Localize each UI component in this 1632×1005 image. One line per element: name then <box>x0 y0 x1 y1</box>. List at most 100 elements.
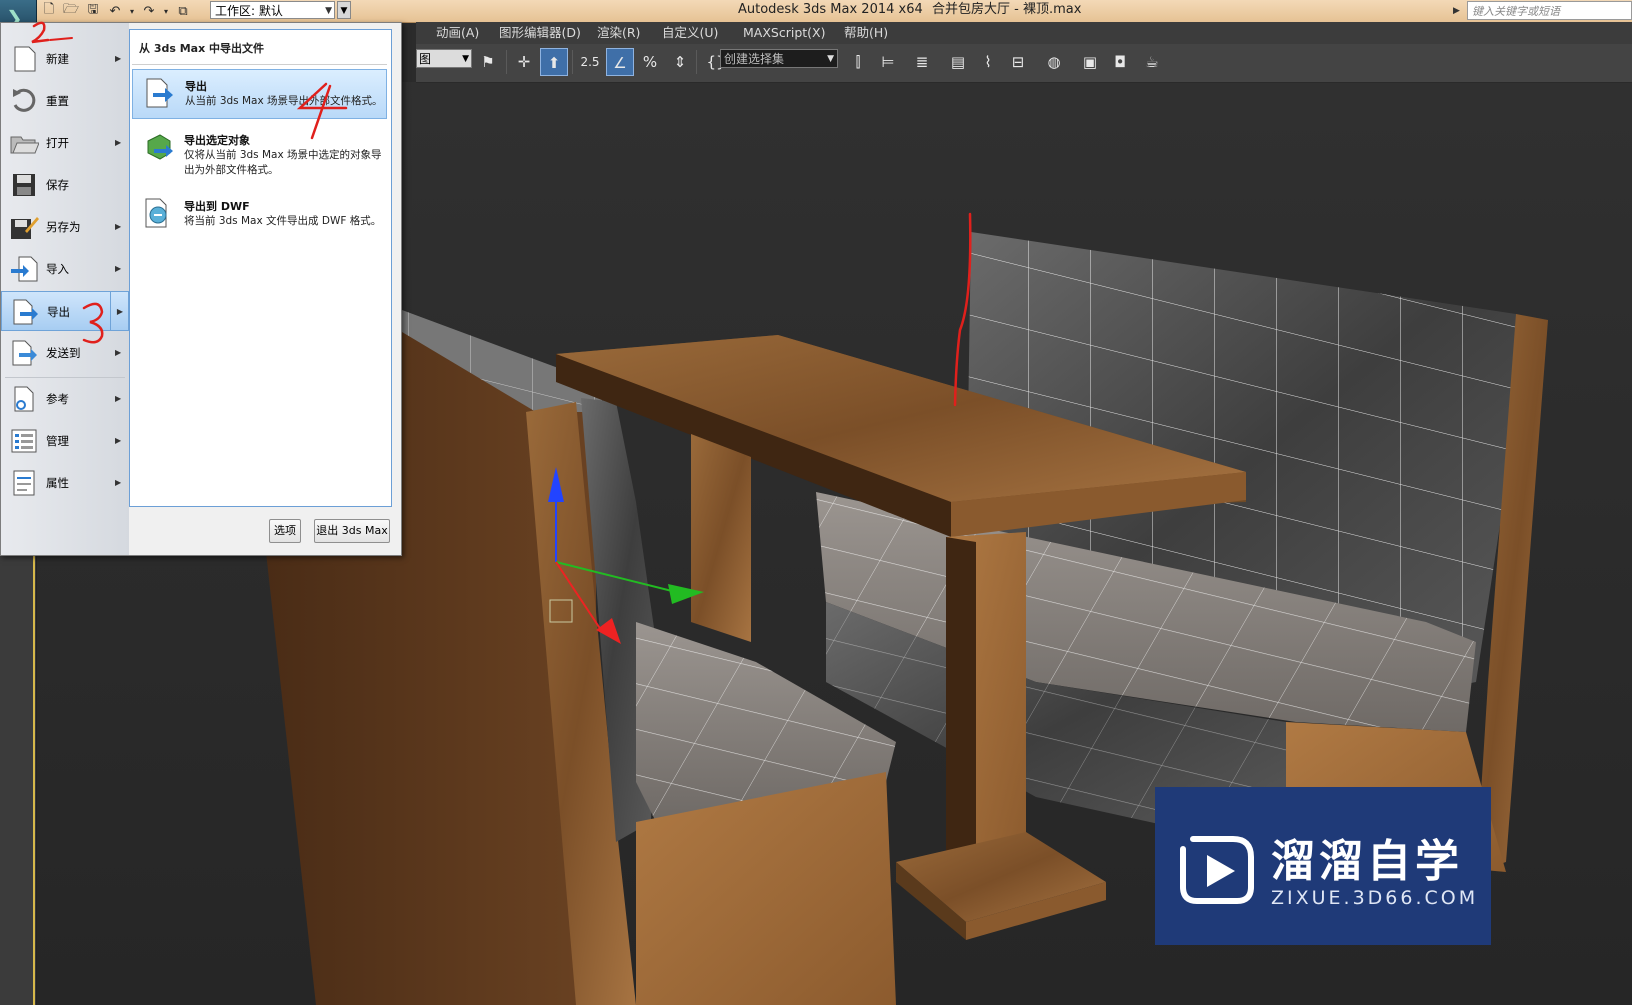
menu-animation[interactable]: 动画(A) <box>436 22 479 44</box>
layer-manager-icon[interactable]: ≣ <box>908 48 936 76</box>
search-expand-icon[interactable]: ▶ <box>1453 0 1465 22</box>
named-selection-set-combo[interactable]: 创建选择集 ▼ <box>720 49 838 68</box>
submenu-item-desc: 仅将从当前 3ds Max 场景中选定的对象导出为外部文件格式。 <box>184 149 382 176</box>
workspace-selector[interactable]: 工作区: 默认 ▼ <box>210 1 335 19</box>
open-folder-icon <box>9 129 40 157</box>
export-icon <box>143 77 175 111</box>
menu-item-open[interactable]: 打开 ▶ <box>1 123 129 163</box>
spinner-snap-icon[interactable]: ⇕ <box>666 48 694 76</box>
chevron-right-icon: ▶ <box>115 436 122 445</box>
material-editor-icon[interactable]: ◍ <box>1040 48 1068 76</box>
submenu-item-export-selected[interactable]: 导出选定对象 仅将从当前 3ds Max 场景中选定的对象导出为外部文件格式。 <box>132 124 387 188</box>
chevron-right-icon[interactable]: ▶ <box>110 292 129 330</box>
menu-item-properties[interactable]: 属性 ▶ <box>1 463 129 503</box>
submenu-item-export[interactable]: 导出 从当前 3ds Max 场景导出外部文件格式。 <box>132 69 387 119</box>
align-icon[interactable]: ⊨ <box>874 48 902 76</box>
menu-item-manage[interactable]: 管理 ▶ <box>1 421 129 461</box>
application-menu: 新建 ▶ 重置 打开 ▶ 保存 另存为 ▶ 导入 ▶ 导出 ▶ 发送到 ▶ 参考… <box>0 22 402 556</box>
chevron-right-icon: ▶ <box>115 478 122 487</box>
watermark-title: 溜溜自学 <box>1271 836 1463 887</box>
menu-item-label: 发送到 <box>46 346 81 360</box>
submenu-item-desc: 将当前 3ds Max 文件导出成 DWF 格式。 <box>184 215 382 227</box>
menu-item-label: 管理 <box>46 434 69 448</box>
submenu-item-title: 导出 <box>185 80 207 93</box>
render-production-icon[interactable]: ☕ <box>1138 48 1166 76</box>
angle-snap-icon[interactable]: ∠ <box>606 48 634 76</box>
main-toolbar: 图 ▼ ⚑ ✛ ⬆ 2.5 ∠ % ⇕ {} 创建选择集 ▼ ⫿ ⊨ ≣ ▤ ⌇… <box>416 44 1632 83</box>
select-manipulate-icon[interactable]: ✛ <box>510 48 538 76</box>
menu-item-label: 重置 <box>46 94 69 108</box>
chevron-right-icon: ▶ <box>115 138 122 147</box>
reference-icon <box>9 385 39 413</box>
export-dwf-icon <box>142 197 174 231</box>
menu-item-save[interactable]: 保存 <box>1 165 129 205</box>
chevron-down-icon: ▼ <box>325 6 332 16</box>
menu-item-save-as[interactable]: 另存为 ▶ <box>1 207 129 247</box>
curve-editor-icon[interactable]: ⌇ <box>974 48 1002 76</box>
view-combo-value: 图 <box>419 52 432 66</box>
redo-icon[interactable]: ↷ <box>140 3 158 19</box>
mirror-icon[interactable]: ⫿ <box>844 48 872 76</box>
reference-coordinate-combo[interactable]: 图 ▼ <box>416 49 472 68</box>
menu-item-reference[interactable]: 参考 ▶ <box>1 379 129 419</box>
menu-customize[interactable]: 自定义(U) <box>662 22 718 44</box>
submenu-header: 从 3ds Max 中导出文件 <box>139 42 265 55</box>
chevron-right-icon: ▶ <box>115 394 122 403</box>
menu-graph-editors[interactable]: 图形编辑器(D) <box>499 22 581 44</box>
workspace-label: 工作区: 默认 <box>215 4 283 18</box>
pivot-center-icon[interactable]: ⚑ <box>474 48 502 76</box>
exit-3dsmax-button[interactable]: 退出 3ds Max <box>314 519 390 543</box>
infocenter-search-input[interactable]: 键入关键字或短语 <box>1467 1 1632 20</box>
menu-item-reset[interactable]: 重置 <box>1 81 129 121</box>
menu-rendering[interactable]: 渲染(R) <box>597 22 640 44</box>
rendered-frame-window-icon[interactable]: ◘ <box>1106 48 1134 76</box>
snaps-toggle-icon[interactable]: 2.5 <box>576 48 604 76</box>
menu-maxscript[interactable]: MAXScript(X) <box>743 22 825 44</box>
properties-icon <box>9 469 39 497</box>
play-logo-icon <box>1180 836 1254 904</box>
percent-snap-icon[interactable]: % <box>636 48 664 76</box>
toolbar-divider <box>696 50 697 74</box>
send-to-icon <box>9 339 39 367</box>
manage-icon <box>9 427 39 455</box>
chevron-right-icon: ▶ <box>115 222 122 231</box>
submenu-item-title: 导出到 DWF <box>184 200 250 213</box>
menu-item-label: 另存为 <box>46 220 81 234</box>
application-menu-commands: 新建 ▶ 重置 打开 ▶ 保存 另存为 ▶ 导入 ▶ 导出 ▶ 发送到 ▶ 参考… <box>1 23 129 555</box>
schematic-view-icon[interactable]: ⊟ <box>1004 48 1032 76</box>
submenu-item-title: 导出选定对象 <box>184 134 250 147</box>
export-selected-icon <box>142 131 174 165</box>
menu-item-label: 保存 <box>46 178 69 192</box>
submenu-item-desc: 从当前 3ds Max 场景导出外部文件格式。 <box>185 95 383 107</box>
import-icon <box>9 255 39 283</box>
chevron-down-icon: ▼ <box>462 54 469 64</box>
render-setup-icon[interactable]: ▣ <box>1076 48 1104 76</box>
quick-access-toolbar: 🗋 🗁 🖫 ↶ ▾ ↷ ▾ ⧉ <box>40 2 192 20</box>
menu-help[interactable]: 帮助(H) <box>844 22 888 44</box>
chevron-down-icon: ▼ <box>827 54 834 64</box>
new-file-icon[interactable]: 🗋 <box>40 2 58 19</box>
chevron-right-icon: ▶ <box>115 54 122 63</box>
menu-item-new[interactable]: 新建 ▶ <box>1 39 129 79</box>
save-icon[interactable]: 🖫 <box>84 2 102 19</box>
submenu-item-export-dwf[interactable]: 导出到 DWF 将当前 3ds Max 文件导出成 DWF 格式。 <box>132 190 387 240</box>
toolbar-divider <box>506 50 507 74</box>
menu-item-label: 打开 <box>46 136 69 150</box>
menu-item-label: 导出 <box>47 305 70 319</box>
menu-item-export[interactable]: 导出 ▶ <box>1 291 129 331</box>
qat-customize-icon[interactable]: ▼ <box>337 1 351 19</box>
menu-item-import[interactable]: 导入 ▶ <box>1 249 129 289</box>
project-folder-icon[interactable]: ⧉ <box>174 3 192 19</box>
options-button[interactable]: 选项 <box>269 519 301 543</box>
undo-dropdown-icon[interactable]: ▾ <box>128 3 136 19</box>
watermark-logo: 溜溜自学 ZIXUE.3D66.COM <box>1155 787 1491 945</box>
undo-icon[interactable]: ↶ <box>106 3 124 19</box>
save-as-icon <box>9 213 39 241</box>
open-folder-icon[interactable]: 🗁 <box>62 2 80 19</box>
reset-icon <box>9 87 39 115</box>
keyboard-shortcut-override-icon[interactable]: ⬆ <box>540 48 568 76</box>
menu-item-label: 参考 <box>46 392 69 406</box>
redo-dropdown-icon[interactable]: ▾ <box>162 3 170 19</box>
menu-item-send-to[interactable]: 发送到 ▶ <box>1 333 129 373</box>
graphite-ribbon-icon[interactable]: ▤ <box>944 48 972 76</box>
